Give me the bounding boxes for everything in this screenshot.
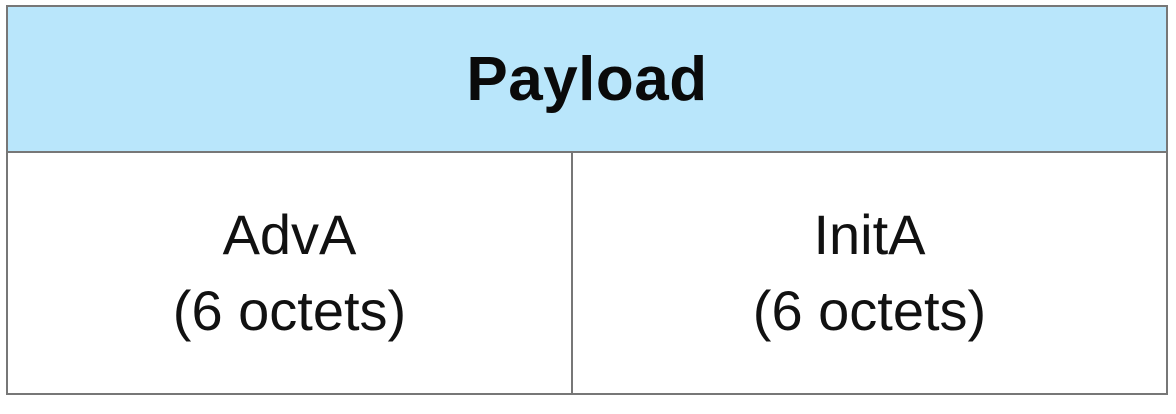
payload-header: Payload — [8, 7, 1166, 153]
field-cell-inita: InitA (6 octets) — [573, 153, 1166, 393]
payload-title: Payload — [466, 44, 708, 114]
payload-structure-diagram: Payload AdvA (6 octets) InitA (6 octets) — [6, 5, 1168, 395]
field-size-adva: (6 octets) — [172, 279, 407, 342]
field-name-inita: InitA — [813, 203, 926, 267]
field-name-adva: AdvA — [222, 203, 357, 267]
field-cell-adva: AdvA (6 octets) — [8, 153, 573, 393]
field-size-inita: (6 octets) — [752, 279, 987, 342]
